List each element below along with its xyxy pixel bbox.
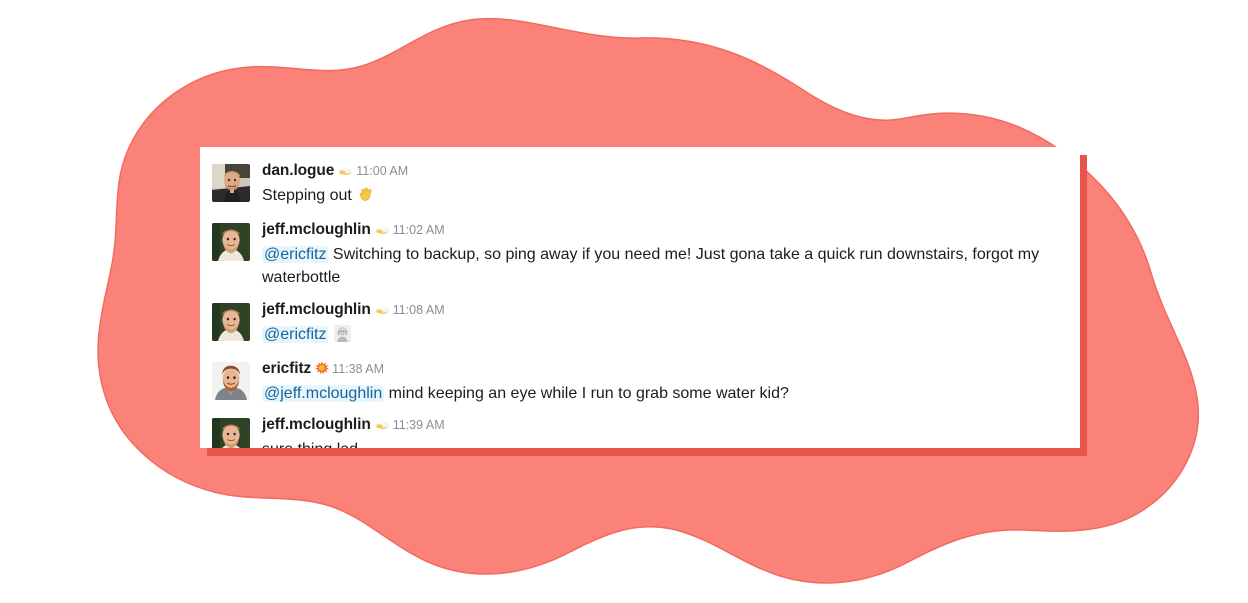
waving-hand-emoji [357,186,374,210]
message-author[interactable]: jeff.mcloughlin [262,416,371,433]
cloud-status-icon [375,222,390,242]
message-author[interactable]: jeff.mcloughlin [262,221,371,238]
message-text: sure thing lad [262,438,1064,448]
message-text-run: Switching to backup, so ping away if you… [262,246,1040,287]
cloud-status-icon [375,302,390,322]
cloud-status-icon [375,417,390,437]
portrait-face-custom-emoji [333,324,351,349]
message-row[interactable]: ericfitz 11:38 AM @jeff.mcloughlin mind ke… [212,359,1064,405]
message-timestamp[interactable]: 11:08 AM [393,303,445,317]
message-body: dan.logue 11:00 AM Stepping out [262,161,1064,210]
message-header: jeff.mcloughlin 11:08 AM [262,300,1064,322]
avatar-container [212,415,250,448]
avatar-ericfitz[interactable] [212,361,250,400]
message-text-run: mind keeping an eye while I run to grab … [384,384,789,402]
message-timestamp[interactable]: 11:39 AM [393,418,445,432]
message-text-run [328,326,332,343]
user-mention-link[interactable]: @ericfitz [262,246,329,264]
avatar-jeff-mcloughlin[interactable] [212,417,250,448]
message-body: jeff.mcloughlin 11:39 AM sure thing lad [262,415,1064,448]
message-timestamp[interactable]: 11:00 AM [356,164,408,178]
message-row[interactable]: jeff.mcloughlin 11:39 AM sure thing lad [212,415,1064,448]
avatar-jeff-mcloughlin[interactable] [212,302,250,341]
avatar-container [212,300,250,341]
message-author[interactable]: ericfitz [262,360,311,377]
message-text: @ericfitz Switching to backup, so ping a… [262,243,1064,289]
avatar-dan-logue[interactable] [212,164,250,202]
message-body: jeff.mcloughlin 11:02 AM @ericfitz Switchi… [262,220,1064,289]
avatar-jeff-mcloughlin[interactable] [212,223,250,262]
message-text: @jeff.mcloughlin mind keeping an eye whi… [262,382,1064,405]
message-row[interactable]: dan.logue 11:00 AM Stepping out [212,161,1064,210]
message-timestamp[interactable]: 11:38 AM [332,362,384,376]
message-text: Stepping out [262,184,1064,210]
message-list: dan.logue 11:00 AM Stepping out jeff.mclou… [212,161,1064,448]
message-header: dan.logue 11:00 AM [262,161,1064,183]
slack-message-card: dan.logue 11:00 AM Stepping out jeff.mclou… [200,147,1080,448]
message-header: jeff.mcloughlin 11:39 AM [262,415,1064,437]
message-text-run: sure thing lad [262,441,358,448]
avatar-container [212,220,250,262]
message-row[interactable]: jeff.mcloughlin 11:08 AM @ericfitz [212,300,1064,349]
message-author[interactable]: jeff.mcloughlin [262,301,371,318]
message-body: jeff.mcloughlin 11:08 AM @ericfitz [262,300,1064,349]
message-author[interactable]: dan.logue [262,162,334,179]
cloud-status-icon [338,163,353,183]
message-timestamp[interactable]: 11:02 AM [393,223,445,237]
message-body: ericfitz 11:38 AM @jeff.mcloughlin mind ke… [262,359,1064,405]
avatar-container [212,359,250,400]
message-text-run: Stepping out [262,187,357,204]
message-text: @ericfitz [262,323,1064,349]
user-mention-link[interactable]: @jeff.mcloughlin [262,384,385,402]
user-mention-link[interactable]: @ericfitz [262,325,329,343]
collision-burst-icon [315,361,330,381]
message-header: jeff.mcloughlin 11:02 AM [262,220,1064,242]
message-row[interactable]: jeff.mcloughlin 11:02 AM @ericfitz Switchi… [212,220,1064,289]
avatar-container [212,161,250,202]
message-header: ericfitz 11:38 AM [262,359,1064,381]
